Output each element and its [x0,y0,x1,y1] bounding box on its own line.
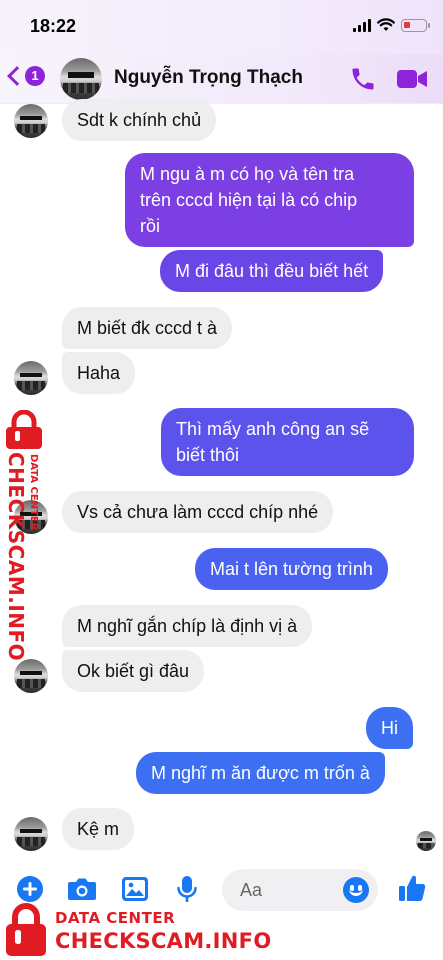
message-line: Thì mấy anh công an sẽ [176,419,370,439]
message-outgoing[interactable]: M đi đâu thì đều biết hết [160,250,384,292]
contact-name[interactable]: Nguyễn Trọng Thạch [114,67,303,89]
watermark-side: CHECKSCAM.INFO DATA CENTER [0,404,54,661]
watermark-label: DATA CENTER [28,454,39,531]
message-line: M ngu à m có họ và tên tra [140,164,355,184]
image-icon[interactable] [121,875,149,903]
message-line: rồi [140,216,161,236]
wifi-icon [377,18,395,31]
back-button[interactable]: 1 [7,66,45,86]
watermark-site: CHECKSCAM.INFO [4,452,28,662]
watermark-label: DATA CENTER [55,909,176,927]
cellular-signal-icon [353,18,371,32]
lock-icon [6,410,42,449]
message-incoming[interactable]: Sdt k chính chủ [62,99,217,141]
contact-avatar-small [14,104,48,138]
message-incoming[interactable]: Kệ m [62,808,135,850]
message-incoming[interactable]: Ok biết gì đâu [62,650,205,692]
contact-avatar-small [14,361,48,395]
camera-icon[interactable] [67,875,97,903]
message-input-placeholder: Aa [240,880,263,900]
status-indicators [353,18,430,32]
message-outgoing[interactable]: Mai t lên tường trình [195,548,388,590]
watermark-site: CHECKSCAM.INFO [55,929,272,953]
status-time: 18:22 [30,16,77,36]
plus-icon[interactable] [16,875,44,903]
contact-avatar-small [14,659,48,693]
status-bar: 18:22 [0,0,443,54]
message-line: biết thôi [176,445,240,465]
message-incoming[interactable]: M nghĩ gắn chíp là định vị à [62,605,313,647]
thumbs-up-icon[interactable] [397,873,427,903]
message-outgoing[interactable]: Thì mấy anh công an sẽ biết thôi [161,408,414,476]
message-incoming[interactable]: Haha [62,352,136,394]
message-outgoing[interactable]: M ngu à m có họ và tên tra trên cccd hiệ… [125,153,414,247]
message-incoming[interactable]: Vs cả chưa làm cccd chíp nhé [62,491,334,533]
contact-avatar-small [14,817,48,851]
watermark-bottom: DATA CENTER CHECKSCAM.INFO [0,900,300,960]
video-camera-icon[interactable] [396,68,428,90]
smiley-icon[interactable] [343,877,369,903]
chat-header: 1 Nguyễn Trọng Thạch [0,54,443,104]
message-incoming[interactable]: M biết đk cccd t à [62,307,233,349]
message-line: trên cccd hiện tại là có chip [140,190,358,210]
phone-icon[interactable] [349,65,377,93]
lock-icon [6,903,46,956]
chevron-left-icon [7,66,27,86]
message-outgoing[interactable]: M nghĩ m ăn được m trốn à [136,752,385,794]
message-outgoing[interactable]: Hi [366,707,413,749]
seen-receipt-avatar [416,831,436,851]
contact-avatar[interactable] [60,58,102,100]
unread-count-badge: 1 [25,66,45,86]
battery-icon [401,18,430,32]
